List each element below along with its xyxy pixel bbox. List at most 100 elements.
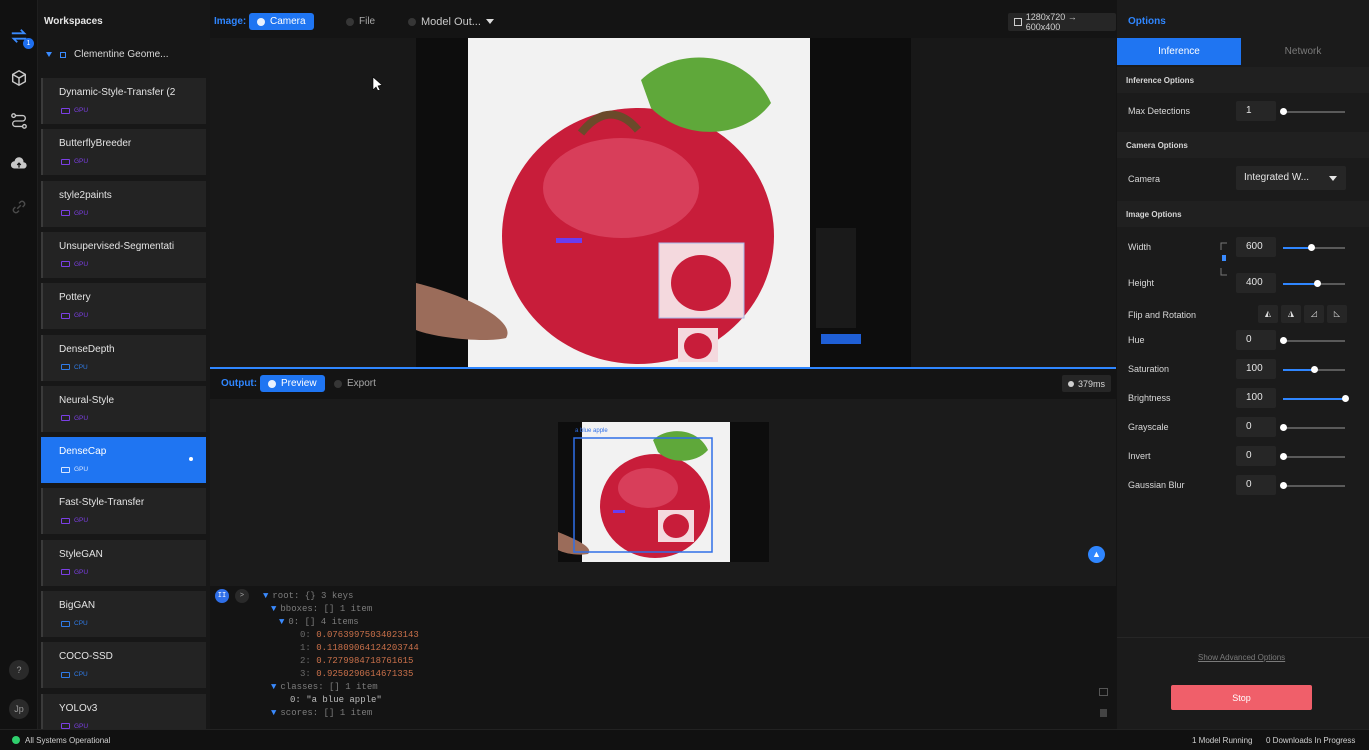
hue-slider[interactable] bbox=[1280, 337, 1345, 344]
file-button[interactable]: File bbox=[338, 13, 383, 30]
hardware-label: GPU bbox=[74, 414, 89, 422]
hardware-label: GPU bbox=[74, 209, 89, 217]
json-bbox-0[interactable]: ▼ 0: [] 4 items bbox=[279, 617, 359, 627]
chip-icon bbox=[61, 569, 70, 576]
hardware-label: CPU bbox=[74, 363, 88, 371]
aspect-lock-icon[interactable] bbox=[1220, 242, 1228, 276]
workspace-item[interactable]: style2paints GPU bbox=[41, 180, 206, 227]
brightness-input[interactable]: 100 bbox=[1236, 388, 1276, 408]
trash-icon[interactable] bbox=[1100, 709, 1107, 717]
flip-horizontal-icon[interactable]: ◭ bbox=[1258, 305, 1278, 323]
json-value: 0: 0.07639975034023143 bbox=[300, 630, 419, 640]
image-options-header: Image Options bbox=[1117, 201, 1369, 227]
terminal-icon[interactable]: > bbox=[235, 589, 249, 603]
workspace-item[interactable]: BigGAN CPU bbox=[41, 591, 206, 637]
export-button[interactable]: Export bbox=[326, 375, 384, 392]
camera-button[interactable]: Camera bbox=[249, 13, 314, 30]
invert-slider[interactable] bbox=[1280, 453, 1345, 460]
hardware-badge: GPU bbox=[61, 261, 88, 268]
chip-icon bbox=[61, 312, 70, 319]
workspace-name: Neural-Style bbox=[59, 394, 115, 406]
hardware-badge: GPU bbox=[61, 107, 88, 114]
width-input[interactable]: 600 bbox=[1236, 237, 1276, 257]
hardware-label: GPU bbox=[74, 312, 89, 320]
folder-icon bbox=[60, 51, 66, 58]
width-slider[interactable] bbox=[1283, 244, 1345, 251]
invert-label: Invert bbox=[1128, 451, 1151, 461]
workspace-item[interactable]: COCO-SSD CPU bbox=[41, 642, 206, 689]
max-detections-slider[interactable] bbox=[1280, 108, 1345, 115]
invert-input[interactable]: 0 bbox=[1236, 446, 1276, 466]
chip-icon bbox=[61, 517, 70, 524]
divider bbox=[1117, 637, 1369, 638]
workspace-item[interactable]: Pottery GPU bbox=[41, 283, 206, 330]
help-icon[interactable]: ? bbox=[9, 660, 29, 680]
json-scores[interactable]: ▼ scores: [] 1 item bbox=[271, 708, 372, 718]
flip-vertical-icon[interactable]: ◮ bbox=[1281, 305, 1301, 323]
workspace-item[interactable]: StyleGAN GPU bbox=[41, 539, 206, 586]
height-input[interactable]: 400 bbox=[1236, 273, 1276, 293]
grayscale-input[interactable]: 0 bbox=[1236, 417, 1276, 437]
models-running[interactable]: 1 Model Running bbox=[1192, 736, 1252, 745]
icon-rail: 1 ? Jp bbox=[0, 0, 38, 729]
workspace-item[interactable]: ButterflyBreeder GPU bbox=[41, 129, 206, 176]
grayscale-slider[interactable] bbox=[1280, 424, 1345, 431]
show-advanced-options-link[interactable]: Show Advanced Options bbox=[1198, 653, 1285, 662]
running-badge: 1 bbox=[23, 38, 34, 49]
cloud-upload-icon[interactable] bbox=[9, 154, 29, 174]
chip-icon bbox=[61, 466, 70, 473]
swap-icon[interactable]: 1 bbox=[9, 26, 34, 49]
pause-button[interactable]: II bbox=[215, 589, 229, 603]
status-ok-icon bbox=[12, 736, 20, 744]
json-classes[interactable]: ▼ classes: [] 1 item bbox=[271, 682, 378, 692]
cube-icon[interactable] bbox=[9, 68, 29, 88]
height-label: Height bbox=[1128, 278, 1155, 288]
downloads-status[interactable]: 0 Downloads In Progress bbox=[1266, 736, 1355, 745]
chip-icon bbox=[61, 671, 70, 678]
preview-button-label: Preview bbox=[281, 378, 317, 389]
camera-image bbox=[416, 38, 911, 368]
workspace-item[interactable]: Unsupervised-Segmentati GPU bbox=[41, 231, 206, 278]
hue-input[interactable]: 0 bbox=[1236, 330, 1276, 350]
copy-icon[interactable] bbox=[1099, 688, 1108, 696]
model-output-dropdown[interactable]: Model Out... bbox=[400, 13, 502, 30]
rotate-right-icon[interactable]: ◺ bbox=[1327, 305, 1347, 323]
workspace-item[interactable]: YOLOv3 GPU bbox=[41, 693, 206, 729]
json-value: 2: 0.7279984718761615 bbox=[300, 656, 414, 666]
rotate-left-icon[interactable]: ◿ bbox=[1304, 305, 1324, 323]
output-label: Output: bbox=[221, 378, 258, 389]
camera-label: Camera bbox=[1128, 174, 1161, 184]
workspace-name: Pottery bbox=[59, 292, 91, 304]
hardware-label: GPU bbox=[74, 517, 89, 525]
workspace-item[interactable]: Neural-Style GPU bbox=[41, 385, 206, 432]
gaussian-blur-input[interactable]: 0 bbox=[1236, 475, 1276, 495]
workspaces-panel: Workspaces Clementine Geome... Dynamic-S… bbox=[38, 0, 210, 729]
gaussian-blur-slider[interactable] bbox=[1280, 482, 1345, 489]
download-button[interactable]: ▲ bbox=[1088, 546, 1105, 563]
workspace-group[interactable]: Clementine Geome... bbox=[46, 49, 169, 60]
tab-inference[interactable]: Inference bbox=[1117, 38, 1241, 65]
tab-network[interactable]: Network bbox=[1241, 38, 1365, 65]
saturation-input[interactable]: 100 bbox=[1236, 359, 1276, 379]
link-icon[interactable] bbox=[9, 197, 29, 217]
max-detections-input[interactable]: 1 bbox=[1236, 101, 1276, 121]
json-bboxes[interactable]: ▼ bboxes: [] 1 item bbox=[271, 604, 372, 614]
latency-value: 379ms bbox=[1078, 378, 1106, 389]
preview-button[interactable]: Preview bbox=[260, 375, 325, 392]
file-button-label: File bbox=[359, 16, 376, 27]
hardware-badge: GPU bbox=[61, 158, 88, 165]
chevron-down-icon[interactable] bbox=[46, 52, 52, 57]
stop-button[interactable]: Stop bbox=[1171, 685, 1312, 710]
json-root[interactable]: ▼ root: {} 3 keys bbox=[263, 591, 353, 601]
avatar[interactable]: Jp bbox=[9, 699, 29, 719]
workspace-item[interactable]: Fast-Style-Transfer GPU bbox=[41, 488, 206, 535]
height-slider[interactable] bbox=[1283, 280, 1345, 287]
brightness-slider[interactable] bbox=[1283, 395, 1349, 402]
workspace-item[interactable]: DenseDepth CPU bbox=[41, 334, 206, 381]
camera-select[interactable]: Integrated W... bbox=[1236, 166, 1346, 190]
workspace-item[interactable]: DenseCap GPU bbox=[41, 437, 206, 484]
flow-icon[interactable] bbox=[9, 111, 29, 131]
camera-view bbox=[210, 38, 1116, 368]
workspace-item[interactable]: Dynamic-Style-Transfer (2 GPU bbox=[41, 78, 206, 124]
saturation-slider[interactable] bbox=[1283, 366, 1345, 373]
